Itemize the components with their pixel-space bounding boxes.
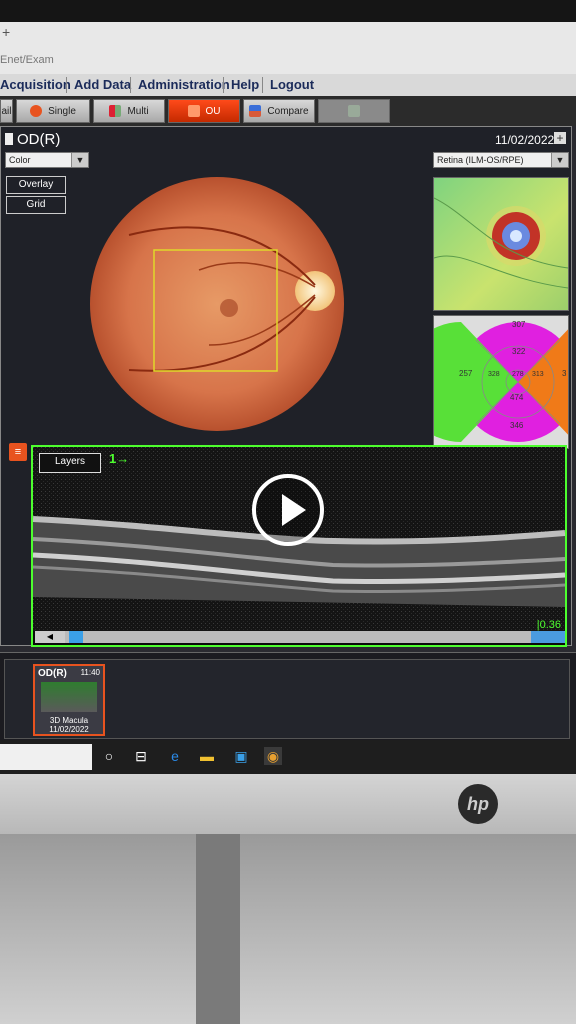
toolbar-compare-button[interactable]: Compare [243,99,315,123]
windows-taskbar: ○ ⊟ e ▬ ▣ ◉ [0,740,576,774]
etdrs-sector-map[interactable]: 307 322 257 328 278 313 3 474 346 [433,315,569,449]
menu-acquisition[interactable]: Acquisition [0,77,71,92]
edge-browser-icon[interactable]: e [166,747,184,765]
thumbnail-frame: OD(R) 11:40 3D Macula 11/02/2022 [4,659,570,739]
grid-button[interactable]: Grid [6,196,66,214]
new-tab-icon[interactable]: + [2,24,10,40]
single-label: Single [48,105,76,117]
desk-background [0,834,576,1024]
compare-label: Compare [267,105,309,117]
address-url[interactable]: Enet/Exam [0,54,54,66]
etdrs-outer-nasal: 3 [562,369,567,378]
scroll-left-arrow-icon[interactable]: ◀ [35,631,65,643]
thumb-eye: OD(R) [38,668,67,679]
thumb-preview [41,682,97,712]
toolbar-disabled-button [318,99,390,123]
color-select[interactable]: Color ▼ [5,152,89,168]
compare-view-icon [249,105,262,117]
overlay-button[interactable]: Overlay [6,176,66,194]
menu-help[interactable]: Help [231,77,259,92]
menu-bar: Acquisition Add Data Administration Help… [0,74,576,97]
color-select-value: Color [9,155,31,165]
etdrs-outer-inferior: 346 [510,421,524,430]
toolbar-thumbnail-button[interactable]: ail [0,99,13,123]
menu-separator [66,77,67,93]
chevron-down-icon: ▼ [71,153,88,167]
toolbar-multi-button[interactable]: Multi [93,99,165,123]
toolbar-single-button[interactable]: Single [16,99,90,123]
disabled-view-icon [348,105,360,117]
thumb-date: 11/02/2022 [49,725,89,734]
scroll-right-handle[interactable] [531,631,565,643]
ou-label: OU [205,105,221,117]
layers-button[interactable]: Layers [39,453,101,473]
task-view-icon[interactable]: ⊟ [132,747,150,765]
zoom-readout: |0.36 [536,619,561,631]
thumb-time: 11:40 [80,668,100,677]
exam-panel: OD(R) 11/02/2022 + Color ▼ Overlay Grid [0,126,572,647]
menu-separator [262,77,263,93]
monitor-top-bezel [0,0,576,22]
single-view-icon [30,105,43,117]
menu-administration[interactable]: Administration [138,77,230,92]
multi-view-icon [109,105,122,117]
etdrs-inner-temporal: 328 [488,371,500,378]
layers-tool-icon[interactable]: ≡ [9,443,27,461]
monitor-bezel: hp [0,774,576,834]
browser-address-area: + Enet/Exam [0,22,576,74]
exam-thumbnail[interactable]: OD(R) 11:40 3D Macula 11/02/2022 [33,664,105,736]
menu-logout[interactable]: Logout [270,77,314,92]
exam-date: 11/02/2022 [495,133,555,147]
etdrs-outer-superior: 307 [512,320,526,329]
scroll-thumb[interactable] [69,631,83,643]
monitor-stand [196,834,240,1024]
thickness-map-graphic [434,197,568,289]
menu-add-data[interactable]: Add Data [74,77,131,92]
retina-select-value: Retina (ILM-OS/RPE) [437,155,524,165]
etdrs-inner-superior: 322 [512,347,526,356]
cortana-circle-icon[interactable]: ○ [100,747,118,765]
fundus-image[interactable] [89,175,345,433]
screen: + Enet/Exam Acquisition Add Data Adminis… [0,22,576,774]
slice-indicator: 1→ [109,451,130,466]
expand-plus-icon[interactable]: + [554,132,566,144]
thumb-scan-type: 3D Macula [49,716,89,725]
hp-logo: hp [458,784,498,824]
file-explorer-icon[interactable]: ▬ [198,747,216,765]
toolbar-ou-button[interactable]: OU [168,99,240,123]
toolbar-partial-label: ail [1,105,12,117]
multi-label: Multi [127,105,149,117]
store-icon[interactable]: ▣ [232,747,250,765]
etdrs-inner-inferior: 474 [510,393,524,402]
menu-separator [130,77,131,93]
chevron-down-icon: ▼ [551,153,568,167]
etdrs-grid-graphic: 307 322 257 328 278 313 3 474 346 [434,320,568,442]
retina-layer-select[interactable]: Retina (ILM-OS/RPE) ▼ [433,152,569,168]
etdrs-inner-nasal: 313 [532,371,544,378]
view-toolbar: ail Single Multi OU Compare [0,96,576,126]
etdrs-center: 278 [512,371,524,378]
bscan-scrollbar[interactable]: ◀ [35,631,565,643]
ou-view-icon [187,105,200,117]
exam-thumbnail-strip: OD(R) 11:40 3D Macula 11/02/2022 [0,652,576,741]
video-play-icon[interactable] [252,474,324,546]
eye-label: OD(R) [17,131,61,148]
taskbar-search-box[interactable] [0,744,92,770]
document-icon [5,133,13,145]
thickness-map[interactable] [433,177,569,311]
menu-separator [223,77,224,93]
chrome-browser-icon[interactable]: ◉ [264,747,282,765]
etdrs-outer-temporal: 257 [459,369,473,378]
